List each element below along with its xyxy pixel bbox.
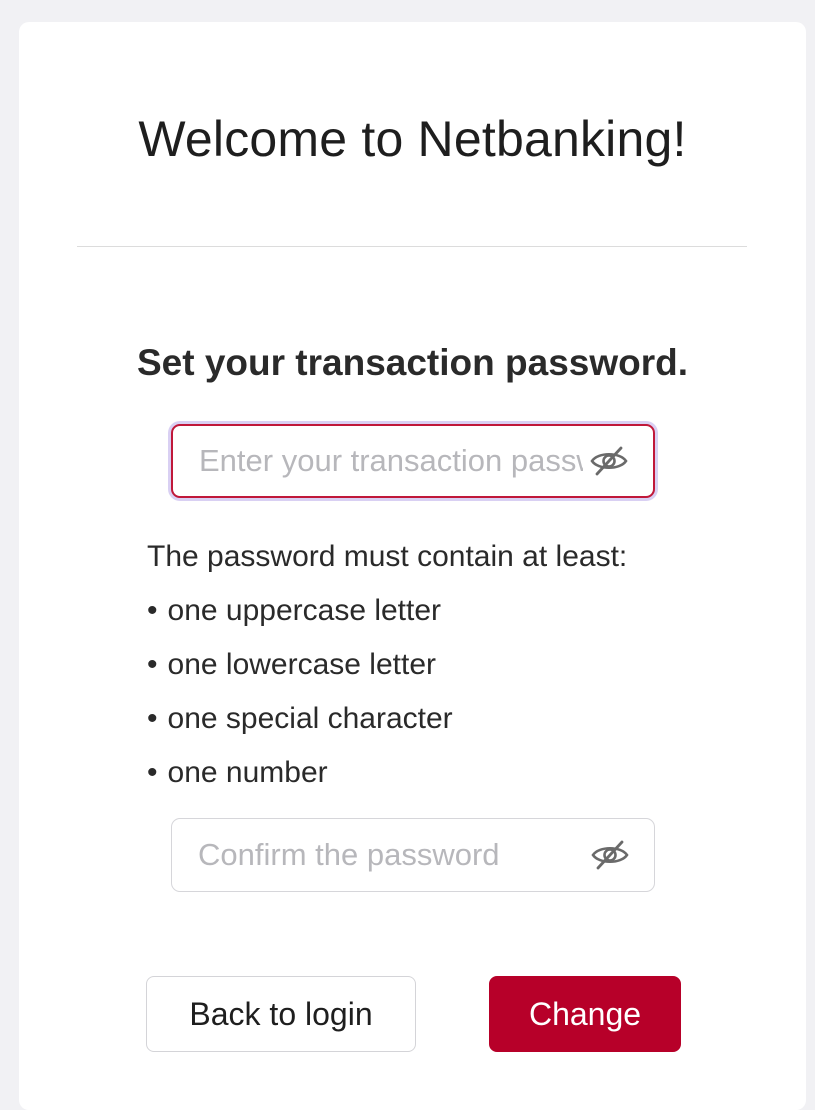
password-field	[171, 424, 655, 498]
password-rules: The password must contain at least: one …	[147, 530, 627, 800]
eye-slash-icon[interactable]	[589, 445, 629, 477]
confirm-password-field	[171, 818, 655, 892]
confirm-password-input[interactable]	[198, 819, 582, 891]
page-title: Welcome to Netbanking!	[138, 111, 687, 167]
rules-intro: The password must contain at least:	[147, 540, 628, 573]
back-to-login-button[interactable]: Back to login	[146, 976, 416, 1052]
form-heading-bold: transaction password	[295, 342, 678, 383]
divider	[77, 246, 747, 247]
eye-slash-icon[interactable]	[590, 839, 630, 871]
form-heading-prefix: Set your	[136, 342, 296, 383]
form-heading: Set your transaction password.	[19, 342, 806, 384]
rule-lowercase: one lowercase letter	[147, 638, 627, 692]
form-heading-suffix: .	[677, 342, 689, 383]
login-card: Welcome to Netbanking! Set your transact…	[19, 22, 806, 1110]
rules-list: one uppercase letter one lowercase lette…	[147, 584, 627, 800]
change-button[interactable]: Change	[489, 976, 681, 1052]
rule-number: one number	[147, 746, 627, 800]
rule-uppercase: one uppercase letter	[147, 584, 627, 638]
rule-special-character: one special character	[147, 692, 627, 746]
password-input[interactable]	[199, 426, 583, 496]
